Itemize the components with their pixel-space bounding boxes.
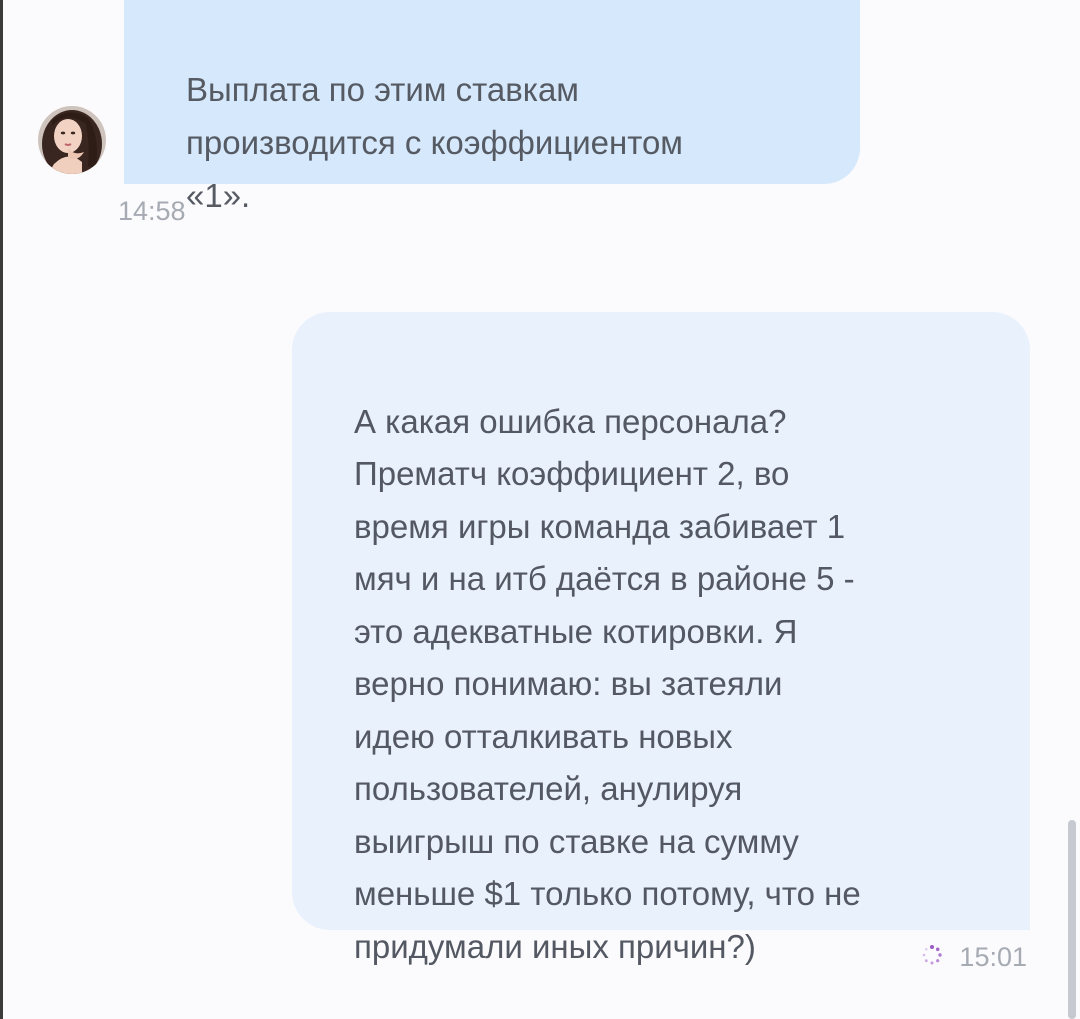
window-edge bbox=[0, 0, 3, 1019]
incoming-message-bubble[interactable]: Выплата по этим ставкам производится с к… bbox=[124, 0, 860, 214]
outgoing-message-text: А какая ошибка персонала? Прематч коэффи… bbox=[354, 402, 861, 965]
scrollbar-thumb[interactable] bbox=[1068, 820, 1076, 1019]
outgoing-message-bubble[interactable]: А какая ошибка персонала? Прематч коэффи… bbox=[292, 312, 1030, 965]
outgoing-message-time: 15:01 bbox=[959, 942, 1027, 972]
sending-spinner-icon bbox=[921, 944, 943, 971]
incoming-message-time: 14:58 bbox=[118, 196, 186, 226]
outgoing-message-status: 15:01 bbox=[921, 942, 1027, 973]
avatar-photo-icon bbox=[38, 106, 106, 174]
incoming-message-text: Выплата по этим ставкам производится с к… bbox=[186, 71, 683, 214]
agent-avatar[interactable] bbox=[38, 106, 106, 174]
